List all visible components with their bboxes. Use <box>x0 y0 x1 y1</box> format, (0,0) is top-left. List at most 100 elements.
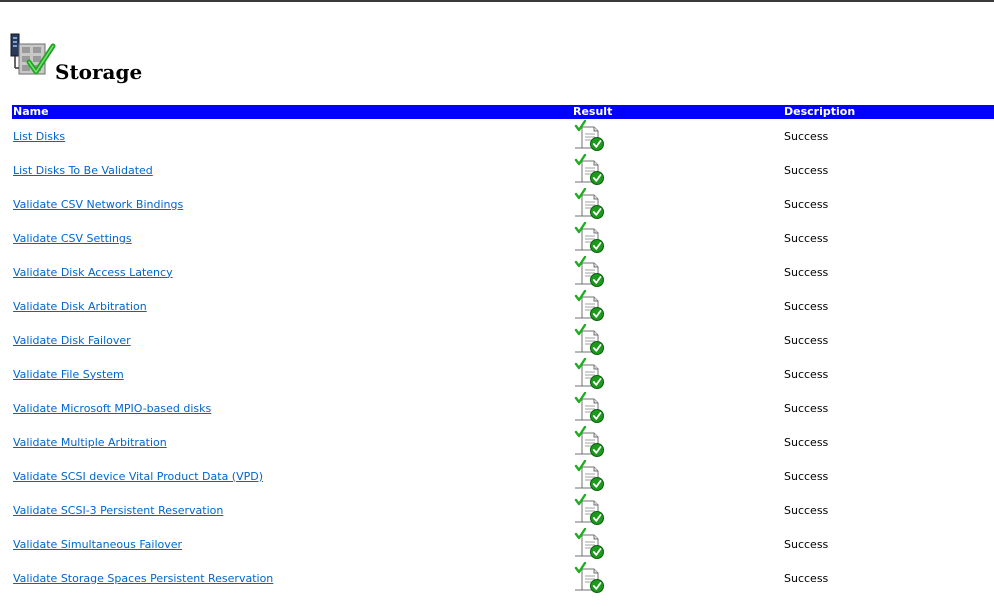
success-check-icon <box>574 120 604 151</box>
result-cell <box>572 187 783 221</box>
test-name-cell: List Disks <box>12 119 572 153</box>
table-row: Validate File System Success <box>12 357 994 391</box>
column-header-result: Result <box>572 105 783 119</box>
description-text: Success <box>784 367 829 381</box>
success-check-icon <box>574 188 604 219</box>
description-cell: Success <box>783 323 994 357</box>
test-name-cell: Validate Multiple Arbitration <box>12 425 572 459</box>
description-cell: Success <box>783 425 994 459</box>
test-name-link[interactable]: List Disks To Be Validated <box>13 164 153 177</box>
description-cell: Success <box>783 153 994 187</box>
success-check-icon <box>574 324 604 355</box>
column-header-description: Description <box>783 105 994 119</box>
test-name-cell: Validate Simultaneous Failover <box>12 527 572 561</box>
table-body: List Disks Success List Disks To Be Vali… <box>12 119 994 595</box>
test-name-cell: Validate Disk Failover <box>12 323 572 357</box>
test-name-link[interactable]: Validate CSV Settings <box>13 232 132 245</box>
success-check-icon <box>574 290 604 321</box>
results-table: Name Result Description List Disks Succe… <box>12 105 994 595</box>
success-check-icon <box>574 222 604 253</box>
description-text: Success <box>784 503 829 517</box>
description-text: Success <box>784 129 829 143</box>
table-row: Validate SCSI-3 Persistent Reservation S… <box>12 493 994 527</box>
table-row: Validate CSV Settings Success <box>12 221 994 255</box>
description-cell: Success <box>783 561 994 595</box>
test-name-cell: Validate CSV Settings <box>12 221 572 255</box>
test-name-cell: Validate Disk Access Latency <box>12 255 572 289</box>
test-name-link[interactable]: Validate SCSI device Vital Product Data … <box>13 470 263 483</box>
table-row: List Disks To Be Validated Success <box>12 153 994 187</box>
success-check-icon <box>574 562 604 593</box>
result-cell <box>572 153 783 187</box>
table-row: Validate SCSI device Vital Product Data … <box>12 459 994 493</box>
success-check-icon <box>574 256 604 287</box>
table-row: List Disks Success <box>12 119 994 153</box>
test-name-link[interactable]: Validate Disk Failover <box>13 334 131 347</box>
table-row: Validate Simultaneous Failover Success <box>12 527 994 561</box>
result-cell <box>572 425 783 459</box>
success-check-icon <box>574 154 604 185</box>
table-row: Validate Disk Access Latency Success <box>12 255 994 289</box>
test-name-cell: Validate CSV Network Bindings <box>12 187 572 221</box>
description-text: Success <box>784 197 829 211</box>
test-name-link[interactable]: Validate File System <box>13 368 124 381</box>
table-row: Validate Disk Failover Success <box>12 323 994 357</box>
description-text: Success <box>784 469 829 483</box>
description-cell: Success <box>783 119 994 153</box>
success-check-icon <box>574 426 604 457</box>
test-name-link[interactable]: Validate Simultaneous Failover <box>13 538 182 551</box>
test-name-cell: Validate Disk Arbitration <box>12 289 572 323</box>
result-cell <box>572 255 783 289</box>
table-header-row: Name Result Description <box>12 105 994 119</box>
result-cell <box>572 357 783 391</box>
result-cell <box>572 527 783 561</box>
success-check-icon <box>574 392 604 423</box>
table-row: Validate Microsoft MPIO-based disks Succ… <box>12 391 994 425</box>
description-cell: Success <box>783 527 994 561</box>
column-header-name: Name <box>12 105 572 119</box>
description-text: Success <box>784 537 829 551</box>
result-cell <box>572 119 783 153</box>
section-title: Storage <box>55 60 143 84</box>
description-cell: Success <box>783 493 994 527</box>
result-cell <box>572 221 783 255</box>
description-cell: Success <box>783 391 994 425</box>
result-cell <box>572 493 783 527</box>
test-name-link[interactable]: Validate Disk Access Latency <box>13 266 173 279</box>
result-cell <box>572 561 783 595</box>
test-name-cell: Validate SCSI-3 Persistent Reservation <box>12 493 572 527</box>
test-name-link[interactable]: List Disks <box>13 130 65 143</box>
success-check-icon <box>574 460 604 491</box>
storage-validated-icon <box>10 33 56 75</box>
description-text: Success <box>784 571 829 585</box>
test-name-link[interactable]: Validate Multiple Arbitration <box>13 436 167 449</box>
description-text: Success <box>784 401 829 415</box>
description-text: Success <box>784 333 829 347</box>
success-check-icon <box>574 494 604 525</box>
test-name-link[interactable]: Validate CSV Network Bindings <box>13 198 183 211</box>
description-text: Success <box>784 231 829 245</box>
result-cell <box>572 323 783 357</box>
description-text: Success <box>784 265 829 279</box>
success-check-icon <box>574 358 604 389</box>
table-row: Validate Multiple Arbitration Success <box>12 425 994 459</box>
table-row: Validate CSV Network Bindings Success <box>12 187 994 221</box>
test-name-cell: Validate Storage Spaces Persistent Reser… <box>12 561 572 595</box>
test-name-link[interactable]: Validate Storage Spaces Persistent Reser… <box>13 572 273 585</box>
test-name-cell: Validate Microsoft MPIO-based disks <box>12 391 572 425</box>
description-cell: Success <box>783 255 994 289</box>
description-cell: Success <box>783 221 994 255</box>
description-cell: Success <box>783 289 994 323</box>
test-name-cell: Validate SCSI device Vital Product Data … <box>12 459 572 493</box>
description-cell: Success <box>783 187 994 221</box>
test-name-cell: List Disks To Be Validated <box>12 153 572 187</box>
test-name-link[interactable]: Validate SCSI-3 Persistent Reservation <box>13 504 223 517</box>
table-row: Validate Disk Arbitration Success <box>12 289 994 323</box>
test-name-link[interactable]: Validate Microsoft MPIO-based disks <box>13 402 211 415</box>
test-name-link[interactable]: Validate Disk Arbitration <box>13 300 147 313</box>
table-row: Validate Storage Spaces Persistent Reser… <box>12 561 994 595</box>
description-cell: Success <box>783 357 994 391</box>
result-cell <box>572 391 783 425</box>
description-cell: Success <box>783 459 994 493</box>
description-text: Success <box>784 299 829 313</box>
